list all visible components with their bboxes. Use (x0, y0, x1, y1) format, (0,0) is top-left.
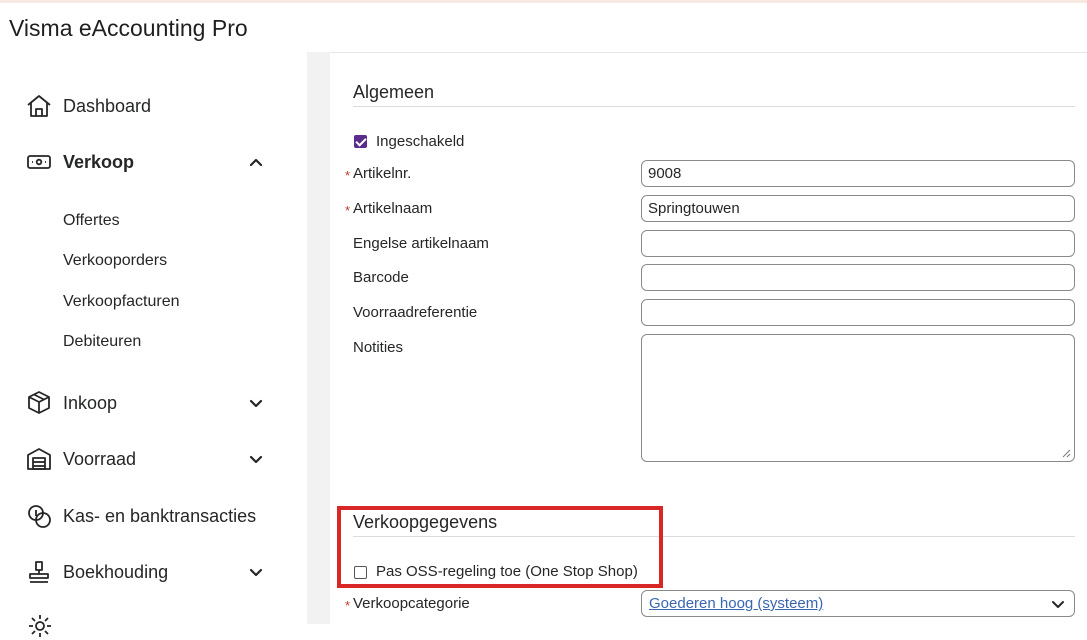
verkoopcategorie-select[interactable]: Goederen hoog (systeem) (641, 590, 1075, 617)
sidebar-item-dashboard[interactable]: Dashboard (25, 90, 151, 122)
sidebar-item-verkoop[interactable]: Verkoop (25, 146, 134, 178)
required-marker: * (345, 203, 351, 218)
label-notities: Notities (353, 339, 404, 356)
sidebar-item-label: Verkoop (63, 151, 135, 172)
sidebar-divider (307, 52, 330, 624)
artikelnaam-input[interactable] (641, 195, 1075, 222)
label-voorraadreferentie: Voorraadreferentie (353, 304, 478, 321)
barcode-input[interactable] (641, 264, 1075, 291)
label-artikelnr: Artikelnr. (353, 165, 412, 182)
enabled-label: Ingeschakeld (376, 133, 465, 150)
label-artikelnaam: Artikelnaam (353, 200, 433, 217)
required-marker: * (345, 168, 351, 183)
gear-icon[interactable] (26, 612, 54, 640)
label-verkoopcategorie: Verkoopcategorie (353, 595, 470, 612)
notities-textarea[interactable] (641, 334, 1075, 462)
voorraadreferentie-input[interactable] (641, 299, 1075, 326)
home-icon (27, 95, 51, 117)
section-divider (353, 106, 1075, 107)
chevron-down-icon[interactable] (246, 449, 266, 469)
chevron-down-icon[interactable] (246, 393, 266, 413)
coins-icon (28, 505, 51, 528)
chevron-up-icon[interactable] (246, 152, 266, 172)
sidebar-item-label: Inkoop (63, 392, 118, 413)
sidebar-subitem-verkoopfacturen[interactable]: Verkoopfacturen (63, 293, 180, 311)
sidebar-item-boekhouding[interactable]: Boekhouding (25, 556, 168, 588)
sidebar-item-label: Dashboard (63, 95, 152, 116)
box-icon (28, 391, 50, 414)
sidebar-subitem-offertes[interactable]: Offertes (63, 212, 120, 230)
required-marker: * (345, 598, 351, 613)
sidebar: Dashboard Verkoop Offertes Verkooporders… (0, 52, 307, 637)
engelse-artikelnaam-input[interactable] (641, 230, 1075, 257)
sidebar-subitem-debiteuren[interactable]: Debiteuren (63, 333, 141, 351)
stamp-icon (29, 561, 49, 583)
sidebar-subitem-verkooporders[interactable]: Verkooporders (63, 252, 167, 270)
enabled-checkbox[interactable] (354, 135, 367, 148)
chevron-down-icon[interactable] (246, 562, 266, 582)
sales-icon (27, 155, 51, 169)
highlight-box (337, 506, 663, 588)
sidebar-item-kas-en-banktransacties[interactable]: Kas- en banktransacties (25, 500, 256, 532)
section-title-algemeen: Algemeen (353, 82, 435, 102)
verkoopcategorie-value: Goederen hoog (systeem) (649, 595, 824, 612)
warehouse-icon (27, 448, 51, 470)
sidebar-item-label: Boekhouding (63, 561, 169, 582)
chevron-down-icon (1052, 601, 1064, 608)
sidebar-item-label: Kas- en banktransacties (63, 505, 257, 526)
app-title: Visma eAccounting Pro (9, 15, 248, 41)
label-engelse-artikelnaam: Engelse artikelnaam (353, 235, 489, 252)
resize-handle-icon[interactable] (1062, 449, 1071, 458)
label-barcode: Barcode (353, 269, 409, 286)
sidebar-item-inkoop[interactable]: Inkoop (25, 387, 117, 419)
sidebar-item-voorraad[interactable]: Voorraad (25, 443, 136, 475)
top-accent-line (0, 0, 1087, 3)
sidebar-item-label: Voorraad (63, 448, 137, 469)
artikelnr-input[interactable] (641, 160, 1075, 187)
